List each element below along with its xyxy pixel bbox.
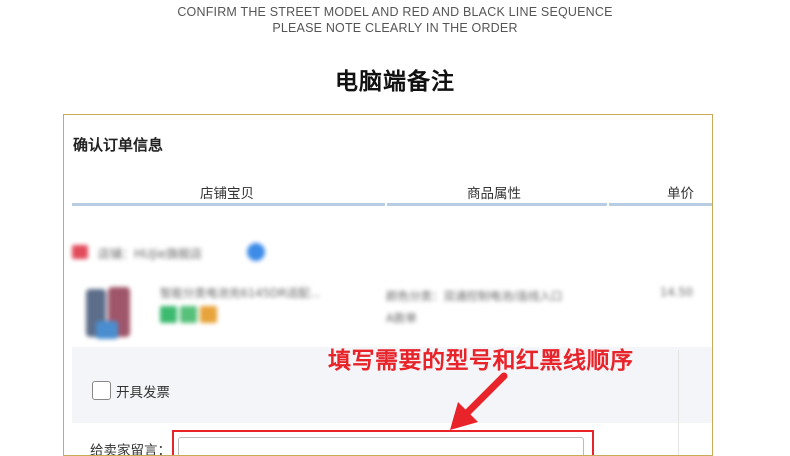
message-label: 给卖家留言：: [90, 443, 171, 456]
invoice-checkbox[interactable]: [92, 381, 111, 400]
service-tag-icon: [180, 306, 197, 323]
panel-title: 确认订单信息: [73, 136, 164, 154]
invoice-label: 开具发票: [116, 385, 170, 401]
product-price: 14.50: [660, 285, 693, 299]
red-arrow-icon: [450, 372, 508, 430]
annotation-text: 填写需要的型号和红黑线顺序: [328, 348, 634, 374]
product-attribute-line: A款单: [386, 311, 417, 325]
column-underline: [387, 203, 607, 206]
page-title: 电脑端备注: [335, 69, 455, 95]
product-attributes: 颜色分类：双通控制电池/连线入口 A款单: [386, 285, 562, 329]
column-header-shop-item: 店铺宝贝: [200, 186, 254, 202]
shop-row: 店铺：HUJie旗舰店: [72, 243, 272, 263]
product-title: 智能分类电池充6145DR适配...: [160, 286, 321, 300]
column-header-attributes: 商品属性: [467, 186, 521, 202]
product-image: [82, 285, 142, 343]
column-header-price: 单价: [667, 186, 694, 202]
service-tag-icon: [160, 306, 177, 323]
column-underline: [72, 203, 385, 206]
seller-message-input[interactable]: [178, 437, 584, 455]
order-confirm-panel: 确认订单信息 店铺宝贝 商品属性 单价 店铺：HUJie旗舰店 智能分类电池充6…: [63, 114, 713, 456]
column-underline: [609, 203, 712, 206]
service-tag-icon: [200, 306, 217, 323]
product-attribute-line: 颜色分类：双通控制电池/连线入口: [386, 289, 563, 303]
column-divider: [678, 350, 679, 455]
shop-name: 店铺：HUJie旗舰店: [98, 247, 203, 261]
caption-line-1: CONFIRM THE STREET MODEL AND RED AND BLA…: [177, 5, 613, 19]
caption-line-2: PLEASE NOTE CLEARLY IN THE ORDER: [272, 21, 518, 35]
verified-badge-icon: [247, 243, 265, 261]
shop-tag-icon: [72, 245, 88, 259]
product-service-tags: [160, 306, 220, 327]
